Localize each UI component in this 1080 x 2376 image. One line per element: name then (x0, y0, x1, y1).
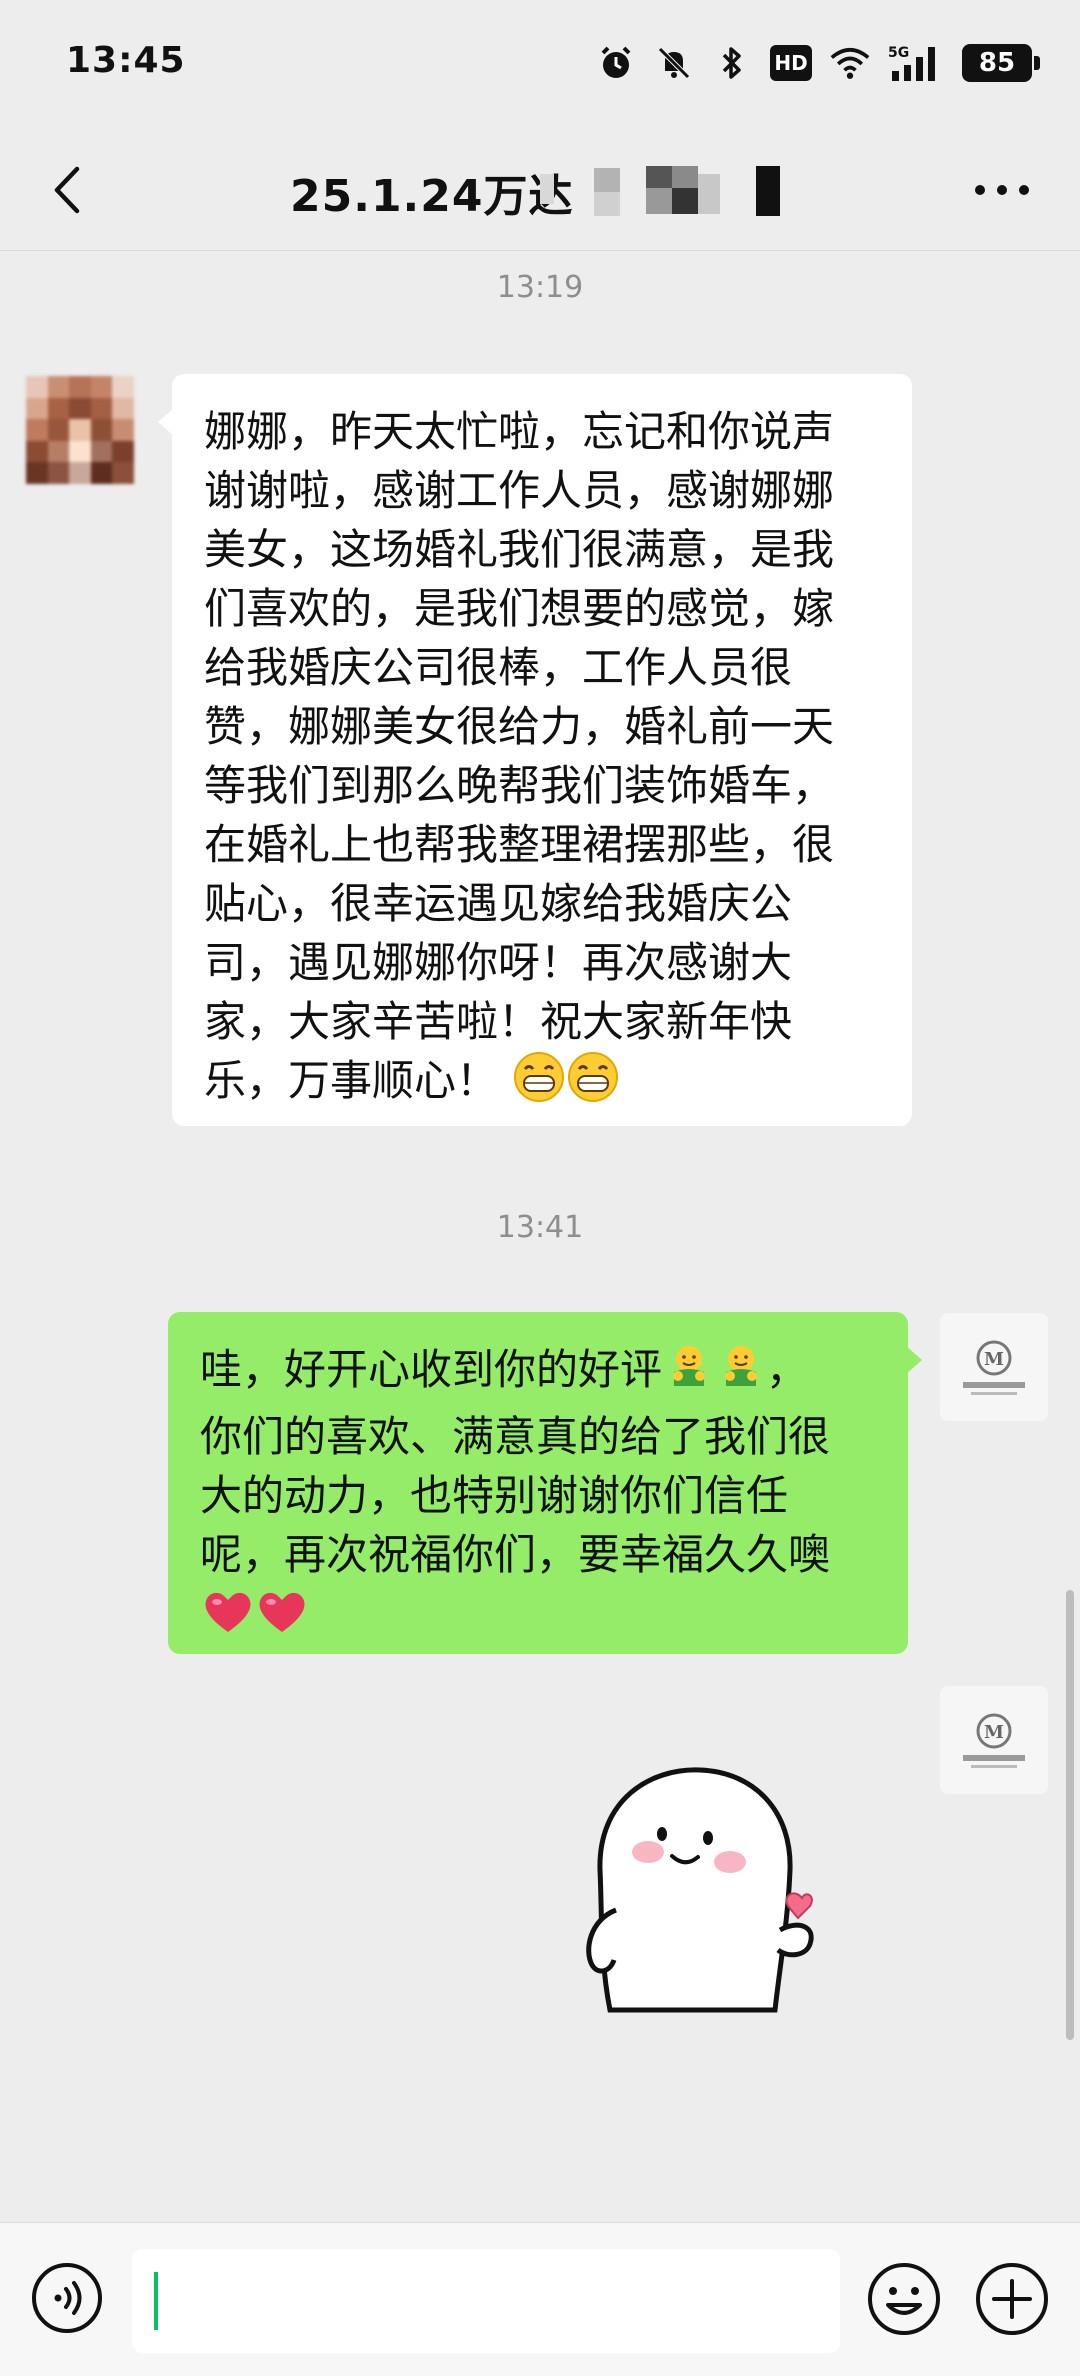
contact-avatar[interactable] (26, 376, 134, 484)
message-line: 你们的喜欢、满意真的给了我们很 (200, 1412, 831, 1461)
message-timestamp: 13:41 (496, 1210, 584, 1245)
my-avatar[interactable]: M (940, 1313, 1048, 1421)
message-line: 谢谢啦，感谢工作人员，感谢娜娜 (204, 466, 835, 515)
finger-heart-sticker[interactable] (580, 1760, 840, 2020)
mute-bell-icon (654, 43, 694, 83)
more-button[interactable] (964, 164, 1040, 216)
message-line: 家，大家辛苦啦！祝大家新年快 (204, 997, 793, 1046)
bluetooth-icon (712, 43, 752, 83)
message-line: 呢，再次祝福你们，要幸福久久噢 (200, 1530, 831, 1579)
message-line: 们喜欢的，是我们想要的感觉，嫁 (204, 584, 835, 633)
message-punctuation: ， (766, 1345, 809, 1394)
message-line-last: 乐，万事顺心！ (204, 1051, 880, 1118)
message-line: 美女，这场婚礼我们很满意，是我 (204, 525, 835, 574)
svg-text:M: M (984, 1722, 1004, 1743)
hug-emoji (716, 1342, 766, 1407)
more-actions-button[interactable] (974, 2261, 1050, 2337)
text-caret (154, 2272, 158, 2330)
heart-emoji (256, 1588, 308, 1651)
chat-header: 25.1.24万达 (0, 130, 1080, 251)
chat-title: 25.1.24万达 (290, 171, 574, 222)
hd-icon: HD (770, 45, 812, 81)
input-bar (0, 2222, 1080, 2376)
status-icons: HD 5G 85 (596, 38, 1040, 88)
status-bar: 13:45 HD 5G 85 (0, 0, 1080, 130)
message-line: 大的动力，也特别谢谢你们信任 (200, 1471, 789, 1520)
emoji-button[interactable] (866, 2261, 942, 2337)
message-line: 在婚礼上也帮我整理裙摆那些，很 (204, 820, 835, 869)
svg-text:M: M (984, 1349, 1004, 1370)
grin-emoji (567, 1051, 619, 1118)
message-line: 哇，好开心收到你的好评 (200, 1345, 663, 1394)
5g-signal-icon: 5G (888, 43, 944, 83)
message-line: 给我婚庆公司很棒，工作人员很 (204, 643, 793, 692)
message-line: 司，遇见娜娜你呀！再次感谢大 (204, 938, 793, 987)
message-line: 赞，娜娜美女很给力，婚礼前一天 (204, 702, 835, 751)
redacted-title-pixels (540, 160, 800, 224)
more-dots-icon (975, 185, 1029, 195)
message-emoji-line (200, 1584, 876, 1651)
message-line: 乐，万事顺心！ (204, 1056, 499, 1105)
brand-logo-icon: M (963, 1713, 1025, 1768)
back-button[interactable] (36, 158, 100, 222)
heart-emoji (202, 1588, 254, 1651)
status-time: 13:45 (66, 40, 186, 81)
my-avatar[interactable]: M (940, 1686, 1048, 1794)
message-timestamp: 13:19 (496, 270, 584, 305)
chevron-left-icon (54, 166, 80, 214)
chat-screen: 13:45 HD 5G 85 25.1.24万达 13:19 娜娜，昨天太忙啦，… (0, 0, 1080, 2376)
message-line: 等我们到那么晚帮我们装饰婚车， (204, 761, 835, 810)
network-label: 5G (888, 45, 909, 61)
message-input[interactable] (132, 2249, 840, 2353)
voice-icon (32, 2263, 102, 2333)
voice-button[interactable] (30, 2261, 104, 2335)
plus-circle-icon (976, 2263, 1048, 2335)
message-line-first: 哇，好开心收到你的好评 ， (200, 1340, 876, 1407)
message-line: 娜娜，昨天太忙啦，忘记和你说声 (204, 407, 835, 456)
hug-emoji (664, 1342, 714, 1407)
emoji-smile-icon (868, 2263, 940, 2335)
outgoing-message-bubble[interactable]: 哇，好开心收到你的好评 ， 你们的喜欢、满意真的给了我们很 大的动力，也特别谢谢… (168, 1312, 922, 1654)
grin-emoji (513, 1051, 565, 1118)
incoming-message-bubble[interactable]: 娜娜，昨天太忙啦，忘记和你说声 谢谢啦，感谢工作人员，感谢娜娜 美女，这场婚礼我… (158, 374, 912, 1126)
wifi-icon (830, 43, 870, 83)
battery-icon: 85 (962, 44, 1040, 82)
message-line: 贴心，很幸运遇见嫁给我婚庆公 (204, 879, 793, 928)
alarm-icon (596, 43, 636, 83)
chat-scrollbar[interactable] (1066, 1590, 1074, 2040)
brand-logo-icon: M (963, 1340, 1025, 1395)
